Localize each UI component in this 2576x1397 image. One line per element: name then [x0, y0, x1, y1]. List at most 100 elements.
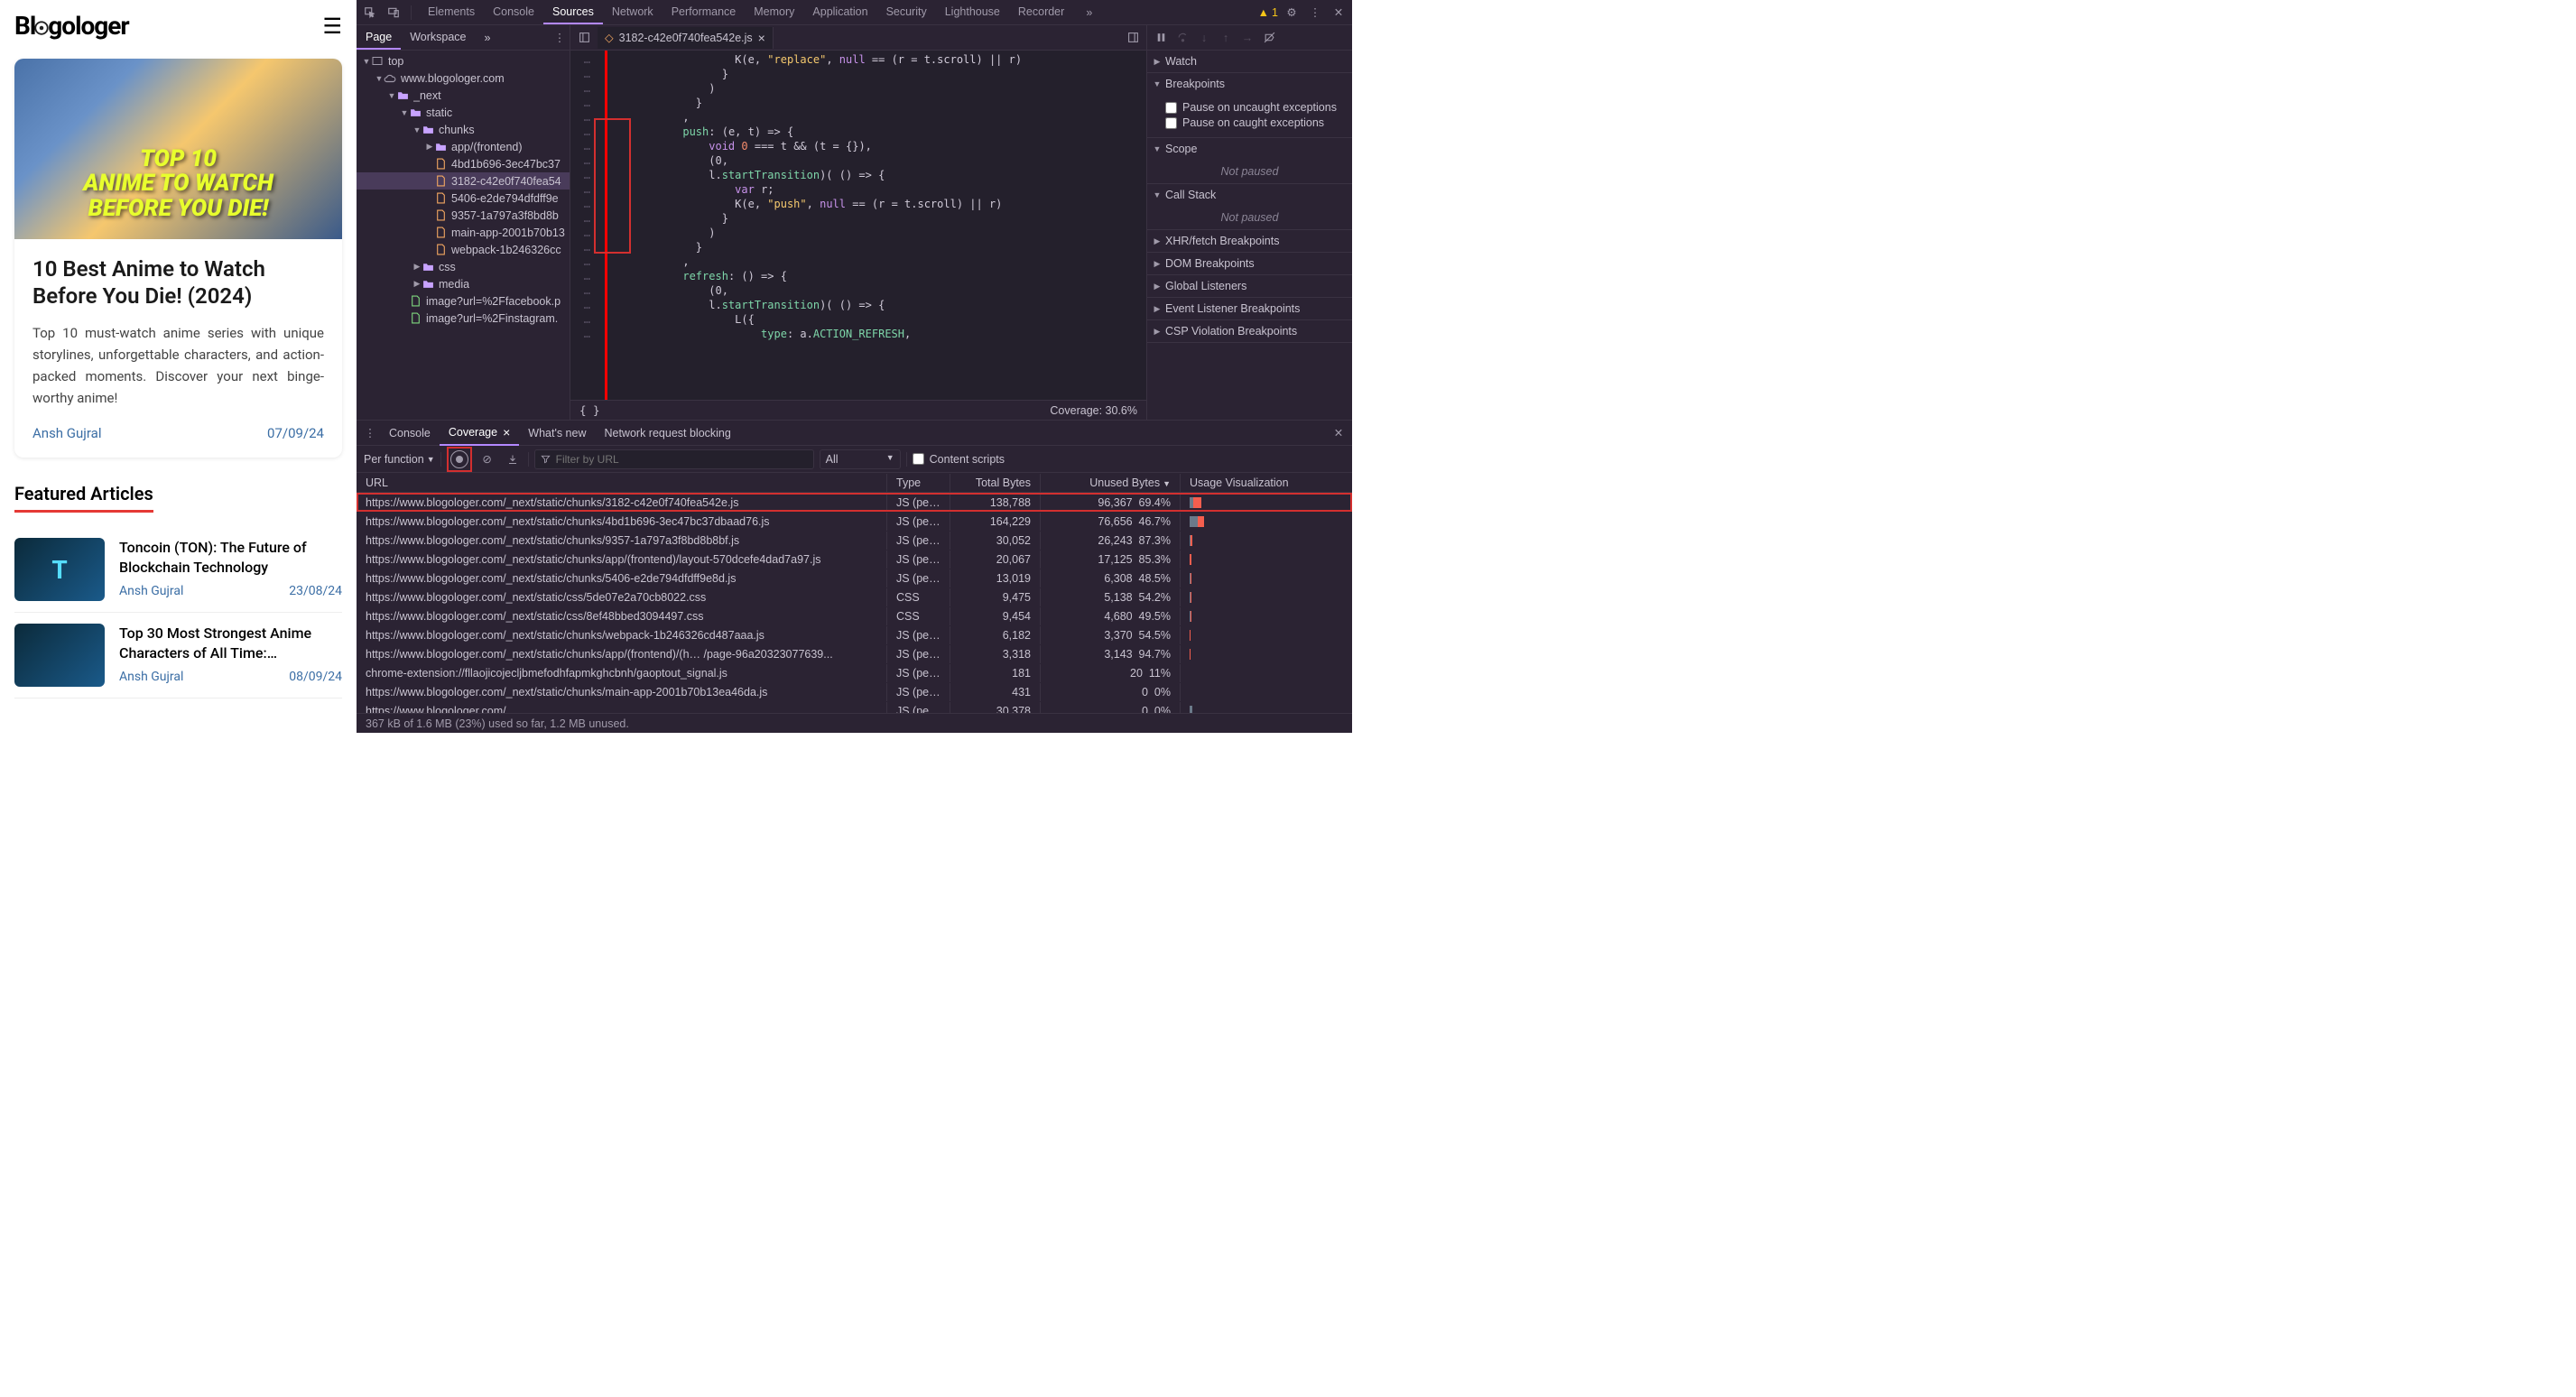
coverage-row[interactable]: https://www.blogologer.com/_next/static/… — [357, 606, 1352, 625]
main-tab-memory[interactable]: Memory — [745, 1, 803, 24]
pretty-print-icon[interactable]: { } — [579, 403, 600, 417]
export-icon[interactable] — [503, 454, 523, 465]
site-logo[interactable]: Blgologer — [14, 11, 129, 41]
drawer-tab-network-request-blocking[interactable]: Network request blocking — [595, 421, 739, 446]
main-tab-console[interactable]: Console — [484, 1, 543, 24]
device-toggle-icon[interactable] — [384, 6, 403, 19]
hero-article-card[interactable]: TOP 10 ANIME TO WATCH BEFORE YOU DIE! 10… — [14, 59, 342, 458]
main-tab-recorder[interactable]: Recorder — [1009, 1, 1073, 24]
featured-author[interactable]: Ansh Gujral — [119, 670, 183, 684]
featured-item[interactable]: T Toncoin (TON): The Future of Blockchai… — [14, 527, 342, 613]
coverage-table[interactable]: URL Type Total Bytes Unused Bytes▼ Usage… — [357, 473, 1352, 713]
content-scripts-checkbox[interactable]: Content scripts — [913, 453, 1005, 466]
coverage-row[interactable]: https://www.blogologer.com/_next/static/… — [357, 531, 1352, 550]
navigator-tab-workspace[interactable]: Workspace — [401, 26, 475, 50]
th-viz[interactable]: Usage Visualization — [1181, 474, 1352, 492]
code-body[interactable]: …………………………………………………… K(e, "replace", nul… — [570, 51, 1146, 400]
tree-item[interactable]: ▼ www.blogologer.com — [357, 69, 570, 87]
granularity-select[interactable]: Per function ▼ — [364, 453, 435, 466]
tree-item[interactable]: ▶ app/(frontend) — [357, 138, 570, 155]
coverage-row[interactable]: https://www.blogologer.com/_next/static/… — [357, 512, 1352, 531]
clear-coverage-icon[interactable]: ⊘ — [477, 452, 497, 466]
coverage-row[interactable]: chrome-extension://fllaojicojecljbmefodh… — [357, 663, 1352, 682]
editor-tab[interactable]: ◇ 3182-c42e0f740fea542e.js × — [598, 27, 774, 49]
coverage-row[interactable]: https://www.blogologer.com/_next/static/… — [357, 644, 1352, 663]
section-header[interactable]: ▶ Event Listener Breakpoints — [1147, 298, 1352, 319]
drawer-tab-console[interactable]: Console — [380, 421, 440, 446]
breakpoint-check[interactable]: Pause on caught exceptions — [1165, 116, 1345, 129]
sidebar-right-toggle-icon[interactable] — [1123, 32, 1143, 43]
section-header[interactable]: ▼ Scope — [1147, 138, 1352, 160]
th-unused[interactable]: Unused Bytes▼ — [1041, 474, 1181, 492]
section-header[interactable]: ▶ DOM Breakpoints — [1147, 253, 1352, 274]
drawer-tab-coverage[interactable]: Coverage× — [440, 421, 519, 446]
breakpoint-check[interactable]: Pause on uncaught exceptions — [1165, 101, 1345, 114]
main-tab-lighthouse[interactable]: Lighthouse — [936, 1, 1009, 24]
coverage-row[interactable]: https://www.blogologer.com/ JS (per f… 3… — [357, 701, 1352, 713]
hamburger-menu-icon[interactable]: ☰ — [322, 14, 342, 39]
section-header[interactable]: ▶ CSP Violation Breakpoints — [1147, 320, 1352, 342]
step-out-icon[interactable]: ↑ — [1216, 32, 1236, 44]
url-filter-input[interactable] — [534, 449, 814, 469]
more-tabs-icon[interactable]: » — [1077, 2, 1101, 23]
coverage-row[interactable]: https://www.blogologer.com/_next/static/… — [357, 569, 1352, 587]
tree-item[interactable]: ▼ static — [357, 104, 570, 121]
tree-item[interactable]: 5406-e2de794dfdff9e — [357, 190, 570, 207]
featured-author[interactable]: Ansh Gujral — [119, 584, 183, 598]
tree-item[interactable]: ▶ media — [357, 275, 570, 292]
tree-item[interactable]: ▼ chunks — [357, 121, 570, 138]
coverage-row[interactable]: https://www.blogologer.com/_next/static/… — [357, 587, 1352, 606]
tree-item[interactable]: webpack-1b246326cc — [357, 241, 570, 258]
main-tab-sources[interactable]: Sources — [543, 1, 603, 24]
coverage-row[interactable]: https://www.blogologer.com/_next/static/… — [357, 682, 1352, 701]
main-tab-performance[interactable]: Performance — [663, 1, 746, 24]
section-header[interactable]: ▼ Call Stack — [1147, 184, 1352, 206]
tree-item[interactable]: image?url=%2Finstagram. — [357, 310, 570, 327]
close-tab-icon[interactable]: × — [503, 425, 510, 439]
tree-item[interactable]: ▼ top — [357, 52, 570, 69]
hero-author[interactable]: Ansh Gujral — [32, 425, 101, 441]
main-tab-application[interactable]: Application — [803, 1, 876, 24]
tree-item[interactable]: main-app-2001b70b13 — [357, 224, 570, 241]
step-icon[interactable]: → — [1237, 32, 1257, 44]
main-tab-network[interactable]: Network — [603, 1, 663, 24]
drawer-menu-icon[interactable]: ⋮ — [360, 426, 380, 439]
type-filter-select[interactable]: All▼ — [820, 449, 901, 469]
th-total[interactable]: Total Bytes — [950, 474, 1041, 492]
featured-item[interactable]: Top 30 Most Strongest Anime Characters o… — [14, 613, 342, 698]
tree-item[interactable]: image?url=%2Ffacebook.p — [357, 292, 570, 310]
main-tab-elements[interactable]: Elements — [419, 1, 484, 24]
section-header[interactable]: ▶ XHR/fetch Breakpoints — [1147, 230, 1352, 252]
step-over-icon[interactable] — [1172, 32, 1192, 43]
section-header[interactable]: ▼ Breakpoints — [1147, 73, 1352, 95]
sidebar-toggle-icon[interactable] — [574, 32, 594, 43]
close-devtools-icon[interactable]: ✕ — [1329, 5, 1348, 19]
pause-icon[interactable] — [1151, 32, 1171, 43]
step-into-icon[interactable]: ↓ — [1194, 32, 1214, 44]
tree-item[interactable]: 4bd1b696-3ec47bc37 — [357, 155, 570, 172]
url-filter-field[interactable] — [556, 453, 808, 466]
th-type[interactable]: Type — [887, 474, 950, 492]
coverage-row[interactable]: https://www.blogologer.com/_next/static/… — [357, 493, 1352, 512]
tree-item[interactable]: ▼ _next — [357, 87, 570, 104]
settings-icon[interactable]: ⚙ — [1282, 5, 1302, 19]
inspect-icon[interactable] — [360, 6, 380, 19]
more-navigator-tabs[interactable]: » — [476, 27, 500, 49]
close-tab-icon[interactable]: × — [758, 31, 765, 45]
navigator-tab-page[interactable]: Page — [357, 26, 401, 50]
drawer-tab-what-s-new[interactable]: What's new — [519, 421, 595, 446]
record-icon[interactable] — [450, 450, 468, 468]
tree-item[interactable]: 9357-1a797a3f8bd8b — [357, 207, 570, 224]
th-url[interactable]: URL — [357, 474, 887, 492]
deactivate-breakpoints-icon[interactable] — [1259, 32, 1279, 43]
navigator-menu-icon[interactable]: ⋮ — [550, 31, 570, 44]
warnings-badge[interactable]: ▲1 — [1258, 6, 1278, 19]
file-tree[interactable]: ▼ top ▼ www.blogologer.com ▼ _next ▼ sta… — [357, 51, 570, 420]
coverage-row[interactable]: https://www.blogologer.com/_next/static/… — [357, 625, 1352, 644]
section-header[interactable]: ▶ Global Listeners — [1147, 275, 1352, 297]
tree-item[interactable]: ▶ css — [357, 258, 570, 275]
close-drawer-icon[interactable]: ✕ — [1329, 426, 1348, 439]
main-tab-security[interactable]: Security — [877, 1, 936, 24]
section-header[interactable]: ▶ Watch — [1147, 51, 1352, 72]
coverage-row[interactable]: https://www.blogologer.com/_next/static/… — [357, 550, 1352, 569]
